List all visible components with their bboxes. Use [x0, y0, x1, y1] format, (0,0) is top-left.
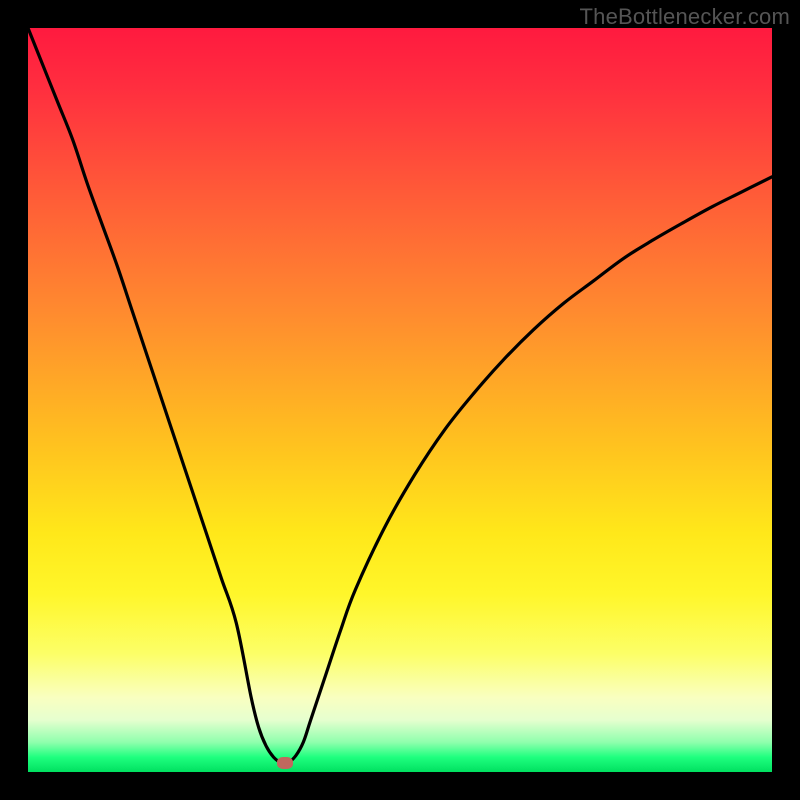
bottleneck-curve: [28, 28, 772, 772]
optimal-point-marker: [277, 757, 293, 769]
watermark-text: TheBottlenecker.com: [580, 4, 790, 30]
plot-area: [28, 28, 772, 772]
chart-frame: TheBottlenecker.com: [0, 0, 800, 800]
